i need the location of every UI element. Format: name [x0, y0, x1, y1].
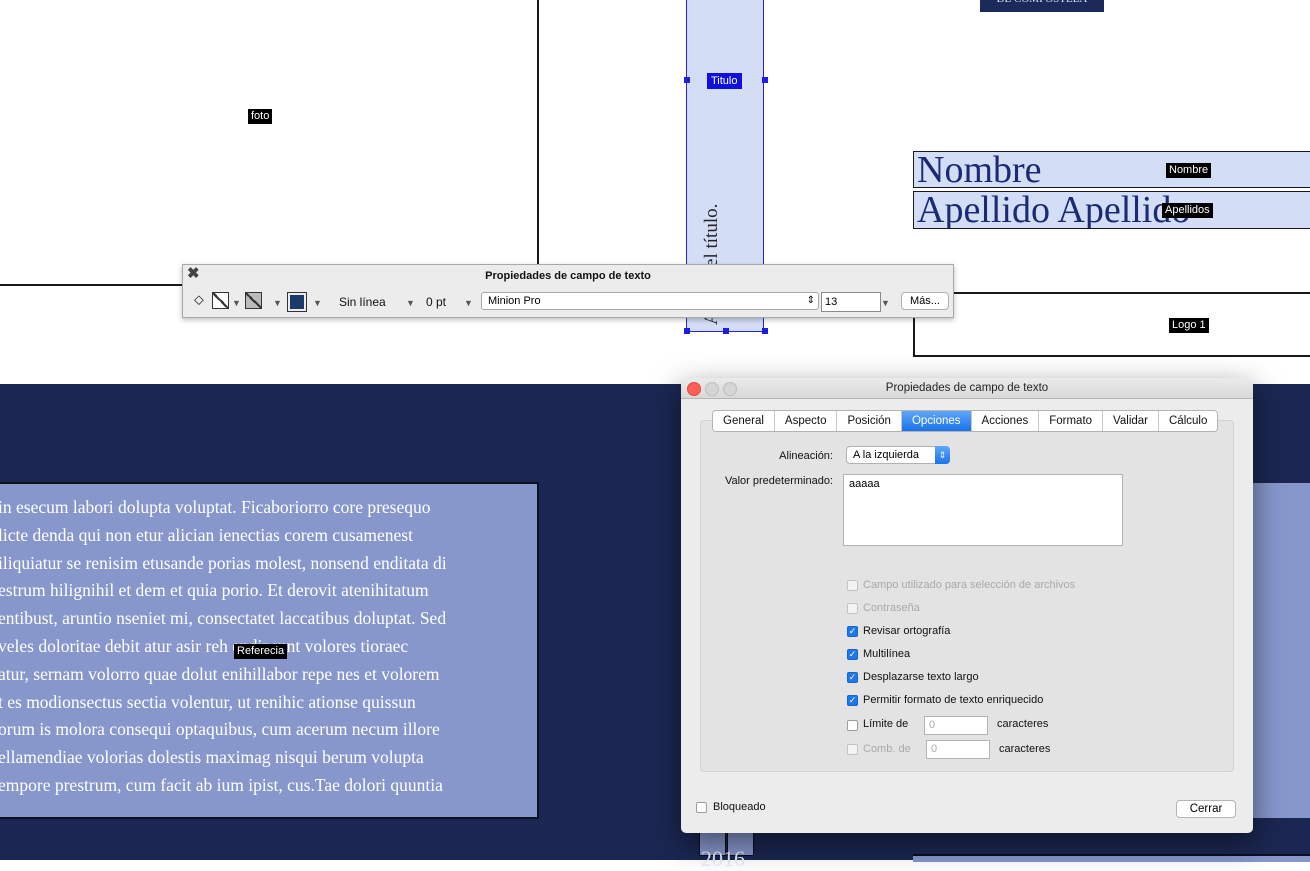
tab-calculo[interactable]: Cálculo: [1159, 411, 1218, 431]
chevron-down-icon[interactable]: ▼: [464, 298, 473, 308]
fill-color-value: [290, 295, 304, 309]
dialog-title: Propiedades de campo de texto: [681, 378, 1253, 399]
text-field-properties-toolbar[interactable]: ✖ Propiedades de campo de texto ⬦ ▼ ▼ ▼ …: [182, 264, 954, 318]
tab-opciones[interactable]: Opciones: [901, 411, 972, 431]
option-label: Permitir formato de texto enriquecido: [863, 694, 1044, 706]
tab-acciones[interactable]: Acciones: [971, 411, 1040, 431]
selection-handle[interactable]: [723, 328, 729, 334]
right-panel-block: [1250, 483, 1310, 818]
tab-validar[interactable]: Validar: [1103, 411, 1159, 431]
option-checkbox[interactable]: ✓: [847, 649, 858, 660]
alignment-select[interactable]: A la izquierda ⇕: [846, 446, 950, 464]
comb-suffix: caracteres: [999, 743, 1051, 755]
zoom-window-button[interactable]: [723, 382, 737, 396]
nombre-field[interactable]: Nombre: [913, 151, 1310, 188]
foto-frame-bottom-edge: [0, 284, 184, 286]
locked-label: Bloqueado: [713, 801, 766, 813]
default-value-label: Valor predeterminado:: [724, 475, 833, 487]
chevron-down-icon[interactable]: ▼: [313, 298, 322, 308]
chevron-down-icon[interactable]: ▼: [881, 298, 890, 308]
option-label: Campo utilizado para selección de archiv…: [863, 579, 1076, 591]
updown-stepper-icon: ⇕: [806, 295, 815, 306]
selection-handle[interactable]: [762, 328, 768, 334]
reference-text-line: entibust, aruntio nseniet mi, consectate…: [0, 608, 447, 629]
comb-label: Comb. de: [863, 743, 911, 755]
close-button[interactable]: Cerrar: [1176, 800, 1236, 818]
chevron-down-icon[interactable]: ▼: [406, 298, 415, 308]
apellidos-tag: Apellidos: [1162, 203, 1213, 218]
fill-color-swatch[interactable]: [287, 292, 307, 312]
option-checkbox[interactable]: ✓: [847, 672, 858, 683]
selection-handle[interactable]: [762, 77, 768, 83]
option-label: Contraseña: [863, 602, 920, 614]
line-width-select[interactable]: 0 pt: [426, 295, 446, 309]
tab-posicion[interactable]: Posición: [837, 411, 902, 431]
border-style-icon[interactable]: [245, 292, 262, 309]
minimize-window-button[interactable]: [705, 382, 719, 396]
selection-handle[interactable]: [684, 77, 690, 83]
dialog-tabs: General Aspecto Posición Opciones Acciones Fo…: [712, 410, 1219, 432]
tab-general[interactable]: General: [713, 411, 775, 431]
chevron-down-icon[interactable]: ▼: [273, 298, 282, 308]
reference-text-line: iliquiatur se renisim etusande porias mo…: [0, 552, 447, 573]
institution-badge: DE COMPOSTELA: [980, 0, 1104, 12]
line-color-icon[interactable]: [212, 292, 229, 309]
font-family-select[interactable]: Minion Pro ⇕: [481, 292, 819, 310]
fill-bucket-icon[interactable]: ⬦: [194, 291, 204, 308]
alignment-label: Alineación:: [779, 450, 833, 462]
nombre-tag: Nombre: [1166, 163, 1212, 178]
toolbar-title: Propiedades de campo de texto: [485, 270, 651, 282]
option-checkbox[interactable]: ✓: [847, 695, 858, 706]
reference-text-line: empore prestrum, cum facit ab ium ipist,…: [0, 774, 443, 795]
limit-checkbox[interactable]: [847, 720, 858, 731]
option-checkbox[interactable]: [847, 603, 858, 614]
logo-frame[interactable]: [913, 292, 1310, 357]
reference-text-line: ellamendiae volorias dolestis maximag ni…: [0, 747, 424, 768]
option-label: Multilínea: [863, 648, 911, 660]
selection-handle[interactable]: [684, 328, 690, 334]
logo-tag: Logo 1: [1169, 318, 1209, 333]
titulo-field-tag[interactable]: Titulo: [707, 73, 742, 89]
comb-input[interactable]: 0: [926, 740, 990, 759]
chevron-down-icon[interactable]: ▼: [232, 298, 241, 308]
reference-text-line: estrum hilignihil et dem et quia porio. …: [0, 580, 429, 601]
reference-text-line: orum is molora consequi optaquibus, cum …: [0, 719, 440, 740]
tab-aspecto[interactable]: Aspecto: [774, 411, 838, 431]
more-button[interactable]: Más...: [901, 292, 949, 310]
default-value-textarea[interactable]: aaaaa: [843, 474, 1123, 546]
limit-suffix: caracteres: [997, 718, 1049, 730]
limit-input[interactable]: 0: [924, 716, 988, 735]
tab-formato[interactable]: Formato: [1039, 411, 1104, 431]
option-checkbox[interactable]: [847, 580, 858, 591]
option-label: Revisar ortografía: [863, 625, 951, 637]
reference-text-line: in esecum labori dolupta voluptat. Ficab…: [0, 497, 431, 517]
reference-text-line: atur, sernam volorro quae dolut enihilla…: [0, 663, 440, 684]
font-size-input[interactable]: 13: [821, 292, 881, 312]
font-family-value: Minion Pro: [488, 295, 541, 307]
updown-stepper-icon: ⇕: [935, 446, 950, 464]
option-label: Desplazarse texto largo: [863, 671, 979, 683]
limit-label: Límite de: [863, 718, 909, 730]
year-text: 2016: [701, 846, 745, 871]
locked-checkbox[interactable]: [696, 802, 707, 813]
foto-frame-right-edge: [537, 0, 539, 270]
bottom-field: [913, 854, 1310, 862]
text-field-properties-dialog[interactable]: Propiedades de campo de texto General Asp…: [681, 378, 1253, 833]
reference-text-line: t es modionsectus sectia volentur, ut re…: [0, 691, 416, 712]
line-style-select[interactable]: Sin línea: [339, 295, 386, 309]
referencia-tag: Referecia: [234, 644, 288, 659]
option-checkbox[interactable]: ✓: [847, 626, 858, 637]
apellidos-field[interactable]: Apellido Apellido: [913, 191, 1310, 229]
comb-checkbox[interactable]: [847, 744, 858, 755]
reference-text-line: licte denda qui non etur alician ienecti…: [0, 524, 413, 545]
foto-tag: foto: [248, 109, 273, 124]
close-window-button[interactable]: [687, 382, 701, 396]
alignment-value: A la izquierda: [853, 449, 920, 461]
